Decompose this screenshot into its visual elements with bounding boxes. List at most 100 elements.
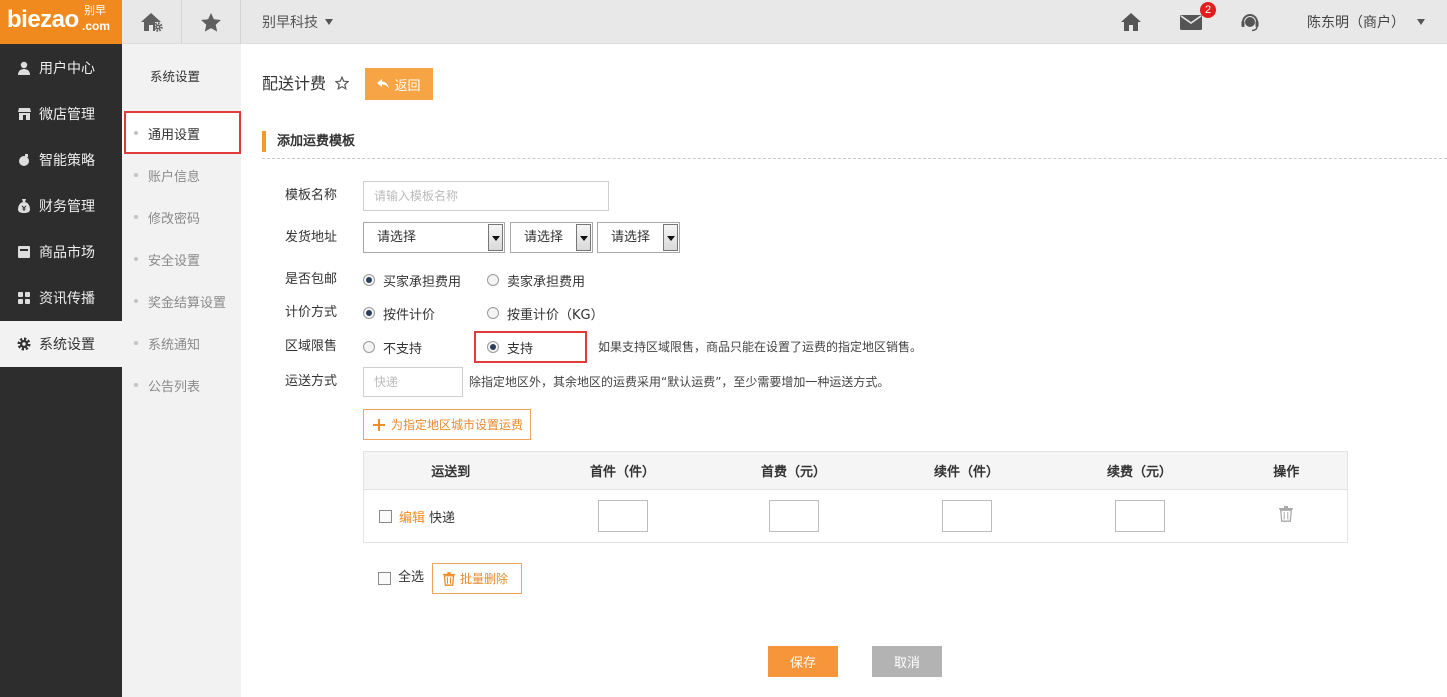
nav-item-label: 商品市场 [39,245,95,261]
nav-item-label: 资讯传播 [39,291,95,307]
nav-item-market[interactable]: 商品市场 [0,229,122,275]
bullet-icon [134,257,138,261]
region-unsupported-radio[interactable]: 不支持 [363,338,423,357]
nav-item-news[interactable]: 资讯传播 [0,275,122,321]
subnav-item-notifications[interactable]: 系统通知 [122,322,241,364]
edit-link[interactable]: 编辑 [399,507,425,526]
favorites-button[interactable] [182,0,241,44]
delivery-method-text: 快递 [429,510,456,526]
home-button[interactable] [1120,0,1142,44]
radio-label: 按件计价 [383,307,436,323]
radio-button[interactable] [487,341,499,353]
price-by-piece-radio[interactable]: 按件计价 [363,304,436,323]
bullet-icon [134,383,138,387]
delivery-method-label: 运送方式 [285,374,338,389]
cancel-button[interactable]: 取消 [872,646,942,677]
company-name: 别早科技 [262,15,318,31]
nav-item-label: 用户中心 [39,61,95,77]
column-header: 续件（件） [879,451,1054,490]
extra-fee-input[interactable] [1114,500,1165,532]
add-region-rate-button[interactable]: 为指定地区城市设置运费 [363,409,531,440]
logo-text: biezao [7,6,79,33]
radio-button[interactable] [487,274,499,286]
district-select[interactable]: 请选择 [597,222,680,253]
mail-button[interactable] [1180,0,1202,44]
buyer-pays-radio[interactable]: 买家承担费用 [363,271,462,290]
back-arrow-icon [377,79,390,89]
trash-icon[interactable] [1279,506,1294,522]
subnav-item-password[interactable]: 修改密码 [122,196,241,238]
nav-item-system-settings[interactable]: 系统设置 [0,321,122,367]
user-dropdown[interactable]: 陈东明（商户） [1307,0,1425,44]
subnav-item-account[interactable]: 账户信息 [122,154,241,196]
column-header: 首费（元） [707,451,880,490]
bomb-icon [19,154,29,166]
subnav-item-label: 公告列表 [148,379,201,395]
actions-cell [1226,490,1348,543]
free-shipping-label: 是否包邮 [285,272,338,287]
first-qty-cell [538,490,708,543]
bulk-delete-label: 批量删除 [460,572,509,586]
bullet-icon [134,173,138,177]
section-accent-bar [262,131,266,152]
seller-pays-radio[interactable]: 卖家承担费用 [487,271,586,290]
support-button[interactable] [1240,0,1260,44]
region-supported-radio[interactable]: 支持 [487,338,534,357]
caret-down-icon [1417,19,1425,25]
select-all-label: 全选 [398,570,425,585]
plus-icon [373,418,385,431]
nav-item-shop[interactable]: 微店管理 [0,91,122,137]
bulk-delete-button[interactable]: 批量删除 [432,563,522,594]
subnav-item-announcements[interactable]: 公告列表 [122,364,241,406]
back-button[interactable]: 返回 [365,68,433,100]
box-icon [18,246,30,258]
first-qty-input[interactable] [597,500,648,532]
back-button-label: 返回 [394,78,421,94]
user-icon [18,61,30,75]
company-dropdown[interactable]: 别早科技 [262,0,333,44]
radio-label: 卖家承担费用 [507,274,586,290]
section-title: 添加运费模板 [277,134,356,149]
first-fee-input[interactable] [768,500,819,532]
subnav-item-label: 账户信息 [148,169,201,185]
radio-button[interactable] [487,307,499,319]
star-outline-icon[interactable] [334,75,350,90]
brand-logo[interactable]: biezao 别早 .com [0,0,122,44]
home-settings-button[interactable] [122,0,182,44]
nav-item-user-center[interactable]: 用户中心 [0,45,122,91]
home-settings-icon [140,12,163,32]
sub-sidebar: 系统设置 通用设置 账户信息 修改密码 安全设置 奖金结算设置 系统通知 公告列… [122,44,241,697]
template-name-input[interactable] [363,181,609,211]
price-by-weight-radio[interactable]: 按重计价（KG） [487,304,604,323]
radio-label: 支持 [507,341,534,357]
radio-label: 不支持 [383,341,423,357]
bullet-icon [134,341,138,345]
extra-qty-input[interactable] [941,500,992,532]
subnav-item-bonus[interactable]: 奖金结算设置 [122,280,241,322]
select-all-checkbox[interactable] [378,572,391,585]
delivery-method-input[interactable] [363,367,463,397]
nav-item-strategy[interactable]: 智能策略 [0,137,122,183]
bullet-icon [134,215,138,219]
headset-icon [1241,14,1259,32]
column-header: 首件（件） [537,451,708,490]
add-region-rate-label: 为指定地区城市设置运费 [391,418,524,432]
top-bar: biezao 别早 .com 别早科技 2 陈东明（商户） [0,0,1447,44]
radio-button[interactable] [363,307,375,319]
row-checkbox[interactable] [379,509,392,523]
district-select-value: 请选择 [611,230,651,245]
region-limit-hint: 如果支持区域限售，商品只能在设置了运费的指定地区销售。 [598,340,923,354]
subnav-item-label: 修改密码 [148,211,201,227]
extra-fee-cell [1054,490,1226,543]
city-select[interactable]: 请选择 [510,222,593,253]
province-select[interactable]: 请选择 [363,222,505,253]
radio-label: 买家承担费用 [383,274,462,290]
subnav-item-general[interactable]: 通用设置 [122,112,241,154]
nav-item-finance[interactable]: 财务管理 [0,183,122,229]
save-button[interactable]: 保存 [768,646,838,677]
radio-button[interactable] [363,341,375,353]
chevron-down-icon [576,224,591,251]
destination-cell: 编辑 快递 [364,490,538,543]
radio-button[interactable] [363,274,375,286]
subnav-item-security[interactable]: 安全设置 [122,238,241,280]
